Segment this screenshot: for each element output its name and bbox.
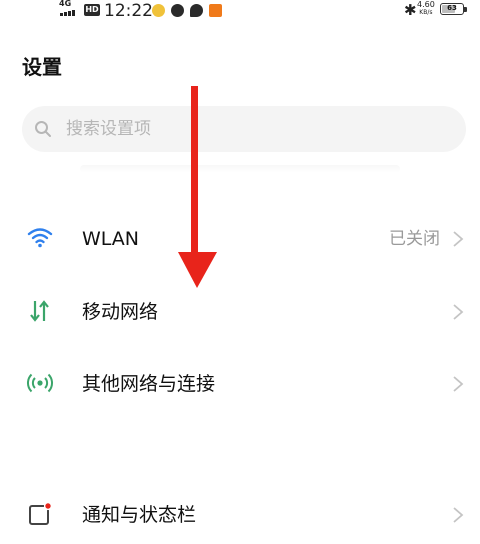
speed-value: 4.60 (417, 0, 435, 9)
network-speed: 4.60 KB/s (417, 1, 435, 17)
app-notification-icon (152, 4, 165, 17)
mobile-data-icon (30, 300, 49, 322)
hd-badge: HD (84, 4, 100, 16)
connection-icon (27, 373, 53, 393)
chevron-right-icon (453, 507, 464, 523)
search-icon (35, 121, 51, 137)
chevron-right-icon (453, 376, 464, 392)
setting-item-other-networks[interactable]: 其他网络与连接 (0, 353, 480, 413)
search-input[interactable] (66, 114, 446, 144)
bluetooth-icon: ✱ (404, 1, 417, 19)
clock: 12:22 (104, 1, 153, 21)
annotation-arrow (178, 86, 217, 288)
wifi-icon (27, 228, 53, 248)
setting-item-label: 其他网络与连接 (82, 373, 216, 395)
battery-icon: 63 (440, 3, 464, 15)
compass-icon (171, 4, 184, 17)
wlan-status: 已关闭 (389, 229, 440, 249)
chevron-right-icon (453, 304, 464, 320)
setting-item-label: 通知与状态栏 (82, 504, 197, 526)
status-bar: 4G HD 12:22 ✱ 4.60 KB/s 63 (0, 0, 480, 26)
search-divider (80, 165, 400, 173)
signal-icon (60, 10, 75, 16)
message-icon (190, 4, 203, 17)
chevron-right-icon (453, 231, 464, 247)
page-title: 设置 (22, 55, 62, 79)
setting-item-mobile-network[interactable]: 移动网络 (0, 281, 480, 341)
setting-item-label: WLAN (82, 228, 140, 250)
setting-item-notifications[interactable]: 通知与状态栏 (0, 484, 480, 544)
setting-item-label: 移动网络 (82, 301, 159, 323)
network-type: 4G (59, 0, 72, 8)
app-badge-icon (209, 4, 222, 17)
setting-item-wlan[interactable]: WLAN 已关闭 (0, 208, 480, 268)
battery-cap (464, 7, 467, 12)
speed-unit: KB/s (419, 9, 433, 16)
battery-level: 63 (447, 4, 457, 12)
